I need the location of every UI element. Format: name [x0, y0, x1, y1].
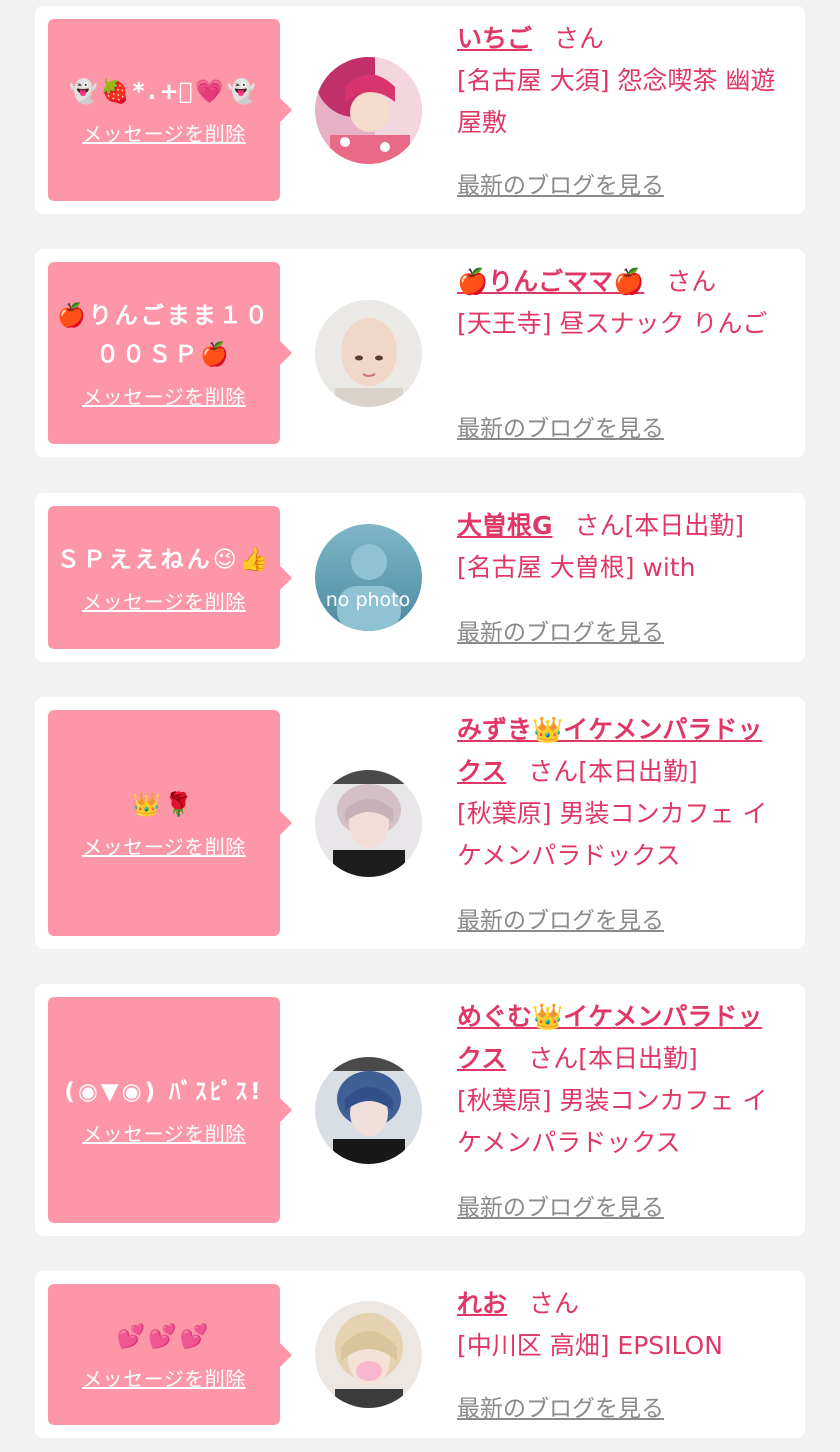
avatar[interactable] — [315, 770, 422, 877]
message-text: ＳＰええねん😉👍 — [56, 546, 272, 573]
message-bubble: 👻🍓*.+ﾟ💗👻 メッセージを削除 — [48, 19, 292, 201]
delete-message-link[interactable]: メッセージを削除 — [82, 1363, 246, 1392]
entry-info: 大曽根G さん[本日出勤] [名古屋 大曽根] with — [457, 505, 787, 589]
honorific: さん — [666, 267, 717, 296]
attendance-badge: [本日出勤] — [578, 1044, 698, 1073]
avatar-photo-blue-hair-icon — [315, 1057, 422, 1164]
delete-message-link[interactable]: メッセージを削除 — [82, 586, 246, 615]
message-list: 👻🍓*.+ﾟ💗👻 メッセージを削除 いちご さん [名古屋 大須] 怨念喫茶 幽遊… — [0, 0, 840, 1452]
latest-blog-link[interactable]: 最新のブログを見る — [457, 166, 664, 200]
shop-name: [天王寺] 昼スナック りんご — [457, 309, 768, 338]
latest-blog-link[interactable]: 最新のブログを見る — [457, 901, 664, 935]
message-bubble: (◉▼◉) ﾊﾞｽﾋﾟｽ! メッセージを削除 — [48, 997, 292, 1223]
message-bubble: ＳＰええねん😉👍 メッセージを削除 — [48, 506, 292, 649]
delete-message-link[interactable]: メッセージを削除 — [82, 1118, 246, 1147]
entry-info: みずき👑イケメンパラドックス さん[本日出勤] [秋葉原] 男装コンカフェ イケメ… — [457, 709, 787, 877]
shop-name: [中川区 高畑] EPSILON — [457, 1331, 723, 1360]
entry-info: 🍎りんごママ🍎 さん [天王寺] 昼スナック りんご — [457, 261, 787, 345]
message-card: 👑🌹 メッセージを削除 みずき👑イケメンパラドックス さん[本日出勤] [秋葉原]… — [35, 697, 805, 949]
sender-name[interactable]: いちご — [457, 24, 532, 53]
shop-name: [秋葉原] 男装コンカフェ イケメンパラドックス — [457, 1086, 768, 1157]
entry-info: いちご さん [名古屋 大須] 怨念喫茶 幽遊屋敷 — [457, 18, 787, 144]
entry-info: れお さん [中川区 高畑] EPSILON — [457, 1283, 787, 1367]
message-text: 🍎りんごまま１０００ＳＰ🍎 — [57, 302, 271, 368]
attendance-badge: [本日出勤] — [624, 511, 745, 540]
message-card: (◉▼◉) ﾊﾞｽﾋﾟｽ! メッセージを削除 めぐむ👑イケメンパラドックス さん[… — [35, 984, 805, 1236]
honorific: さん — [574, 511, 625, 540]
message-bubble: 👑🌹 メッセージを削除 — [48, 710, 292, 936]
avatar[interactable] — [315, 57, 422, 164]
shop-name: [名古屋 大須] 怨念喫茶 幽遊屋敷 — [457, 66, 776, 137]
honorific: さん — [528, 757, 579, 786]
honorific: さん — [554, 24, 605, 53]
message-bubble: 💕💕💕 メッセージを削除 — [48, 1284, 292, 1425]
delete-message-link[interactable]: メッセージを削除 — [82, 118, 246, 147]
latest-blog-link[interactable]: 最新のブログを見る — [457, 1389, 664, 1423]
avatar-photo-pink-hair-icon — [315, 57, 422, 164]
sender-name[interactable]: 大曽根G — [457, 511, 553, 540]
latest-blog-link[interactable]: 最新のブログを見る — [457, 409, 664, 443]
avatar[interactable]: no photo — [315, 524, 422, 631]
latest-blog-link[interactable]: 最新のブログを見る — [457, 613, 664, 647]
avatar-photo-silver-hair-icon — [315, 770, 422, 877]
latest-blog-link[interactable]: 最新のブログを見る — [457, 1188, 664, 1222]
avatar-photo-blonde-icon — [315, 1301, 422, 1408]
message-text: 👻🍓*.+ﾟ💗👻 — [69, 79, 259, 105]
shop-name: [秋葉原] 男装コンカフェ イケメンパラドックス — [457, 799, 768, 870]
avatar-photo-bald-icon — [315, 300, 422, 407]
avatar[interactable] — [315, 300, 422, 407]
sender-name[interactable]: れお — [457, 1289, 507, 1318]
message-text: (◉▼◉) ﾊﾞｽﾋﾟｽ! — [64, 1079, 264, 1105]
avatar-no-photo-icon: no photo — [315, 524, 422, 631]
message-card: ＳＰええねん😉👍 メッセージを削除 no photo 大曽根G さん[本日出勤] … — [35, 493, 805, 662]
message-card: 👻🍓*.+ﾟ💗👻 メッセージを削除 いちご さん [名古屋 大須] 怨念喫茶 幽遊… — [35, 6, 805, 214]
delete-message-link[interactable]: メッセージを削除 — [82, 381, 246, 410]
sender-name[interactable]: 🍎りんごママ🍎 — [457, 267, 644, 296]
honorific: さん — [528, 1044, 579, 1073]
attendance-badge: [本日出勤] — [578, 757, 698, 786]
avatar[interactable] — [315, 1057, 422, 1164]
avatar[interactable] — [315, 1301, 422, 1408]
svg-text:no photo: no photo — [326, 589, 411, 611]
honorific: さん — [529, 1289, 580, 1318]
message-card: 🍎りんごまま１０００ＳＰ🍎 メッセージを削除 🍎りんごママ🍎 さん [天王寺] 昼… — [35, 249, 805, 457]
shop-name: [名古屋 大曽根] with — [457, 553, 696, 582]
delete-message-link[interactable]: メッセージを削除 — [82, 831, 246, 860]
message-bubble: 🍎りんごまま１０００ＳＰ🍎 メッセージを削除 — [48, 262, 292, 444]
message-card: 💕💕💕 メッセージを削除 れお さん [中川区 高畑] EPSILON 最新のブロ… — [35, 1271, 805, 1438]
message-text: 👑🌹 — [132, 792, 196, 818]
entry-info: めぐむ👑イケメンパラドックス さん[本日出勤] [秋葉原] 男装コンカフェ イケメ… — [457, 996, 787, 1164]
message-text: 💕💕💕 — [116, 1323, 212, 1350]
